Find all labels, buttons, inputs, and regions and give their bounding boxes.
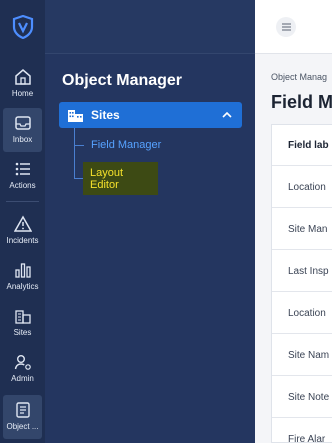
panel-title: Object Manager — [62, 72, 183, 89]
table-row[interactable]: Site Man — [272, 209, 332, 250]
chevron-up-icon[interactable] — [222, 112, 232, 118]
panel-header-bar — [45, 0, 255, 54]
table-row[interactable]: Site Note — [272, 377, 332, 418]
sites-nav-label: Sites — [91, 108, 120, 122]
app-logo[interactable] — [0, 0, 45, 54]
inbox-icon — [14, 116, 31, 130]
object-icon — [15, 402, 30, 418]
rail-item-label: Analytics — [6, 282, 39, 291]
menu-button[interactable] — [276, 17, 296, 37]
table-row[interactable]: Fire Alar — [272, 419, 332, 443]
rail-item-label: Object ... — [6, 422, 39, 431]
rail-item-label: Admin — [11, 374, 34, 383]
rail-item-label: Inbox — [12, 135, 33, 144]
tree-connector — [74, 128, 75, 178]
menu-icon — [281, 23, 291, 31]
list-icon — [15, 162, 30, 176]
table-row[interactable]: Location — [272, 167, 332, 208]
object-manager-panel: Object Manager Sites Field Manager Layou… — [45, 0, 255, 443]
rail-item-label: Home — [11, 89, 34, 98]
rail-item-analytics[interactable]: Analytics — [0, 255, 45, 299]
table-row[interactable]: Location — [272, 293, 332, 334]
table-row[interactable]: Site Nam — [272, 335, 332, 376]
table-header-cell[interactable]: Field lab — [272, 125, 332, 166]
rail-item-object-manager[interactable]: Object ... — [3, 395, 42, 439]
warning-icon — [13, 215, 32, 232]
sites-nav-item[interactable]: Sites — [59, 102, 242, 128]
rail-item-sites[interactable]: Sites — [0, 301, 45, 345]
rail-item-home[interactable]: Home — [0, 62, 45, 106]
tree-branch — [74, 145, 84, 146]
rail-item-label: Actions — [9, 181, 36, 190]
rail-item-incidents[interactable]: Incidents — [0, 209, 45, 253]
rail-item-actions[interactable]: Actions — [0, 154, 45, 198]
table-row[interactable]: Last Insp — [272, 251, 332, 292]
rail-item-label: Sites — [13, 328, 32, 337]
admin-icon — [14, 355, 31, 370]
breadcrumb[interactable]: Object Manag — [271, 72, 327, 82]
shield-logo-icon — [12, 15, 33, 39]
main-content: Object Manag Field M Field lab Location … — [255, 0, 332, 443]
rail-item-admin[interactable]: Admin — [0, 347, 45, 391]
sites-icon — [67, 107, 85, 123]
home-icon — [14, 69, 31, 85]
left-nav-rail: Home Inbox Actions Incidents Analytics S… — [0, 0, 45, 443]
top-header — [255, 0, 332, 54]
bar-chart-icon — [14, 263, 31, 278]
field-manager-link[interactable]: Field Manager — [91, 139, 161, 151]
fields-table: Field lab Location Site Man Last Insp Lo… — [271, 124, 332, 443]
rail-item-label: Incidents — [6, 236, 39, 245]
rail-divider — [6, 201, 39, 202]
rail-item-inbox[interactable]: Inbox — [3, 108, 42, 152]
page-title: Field M — [271, 92, 332, 112]
layout-editor-link[interactable]: Layout Editor — [83, 162, 158, 195]
sites-icon — [14, 310, 31, 324]
